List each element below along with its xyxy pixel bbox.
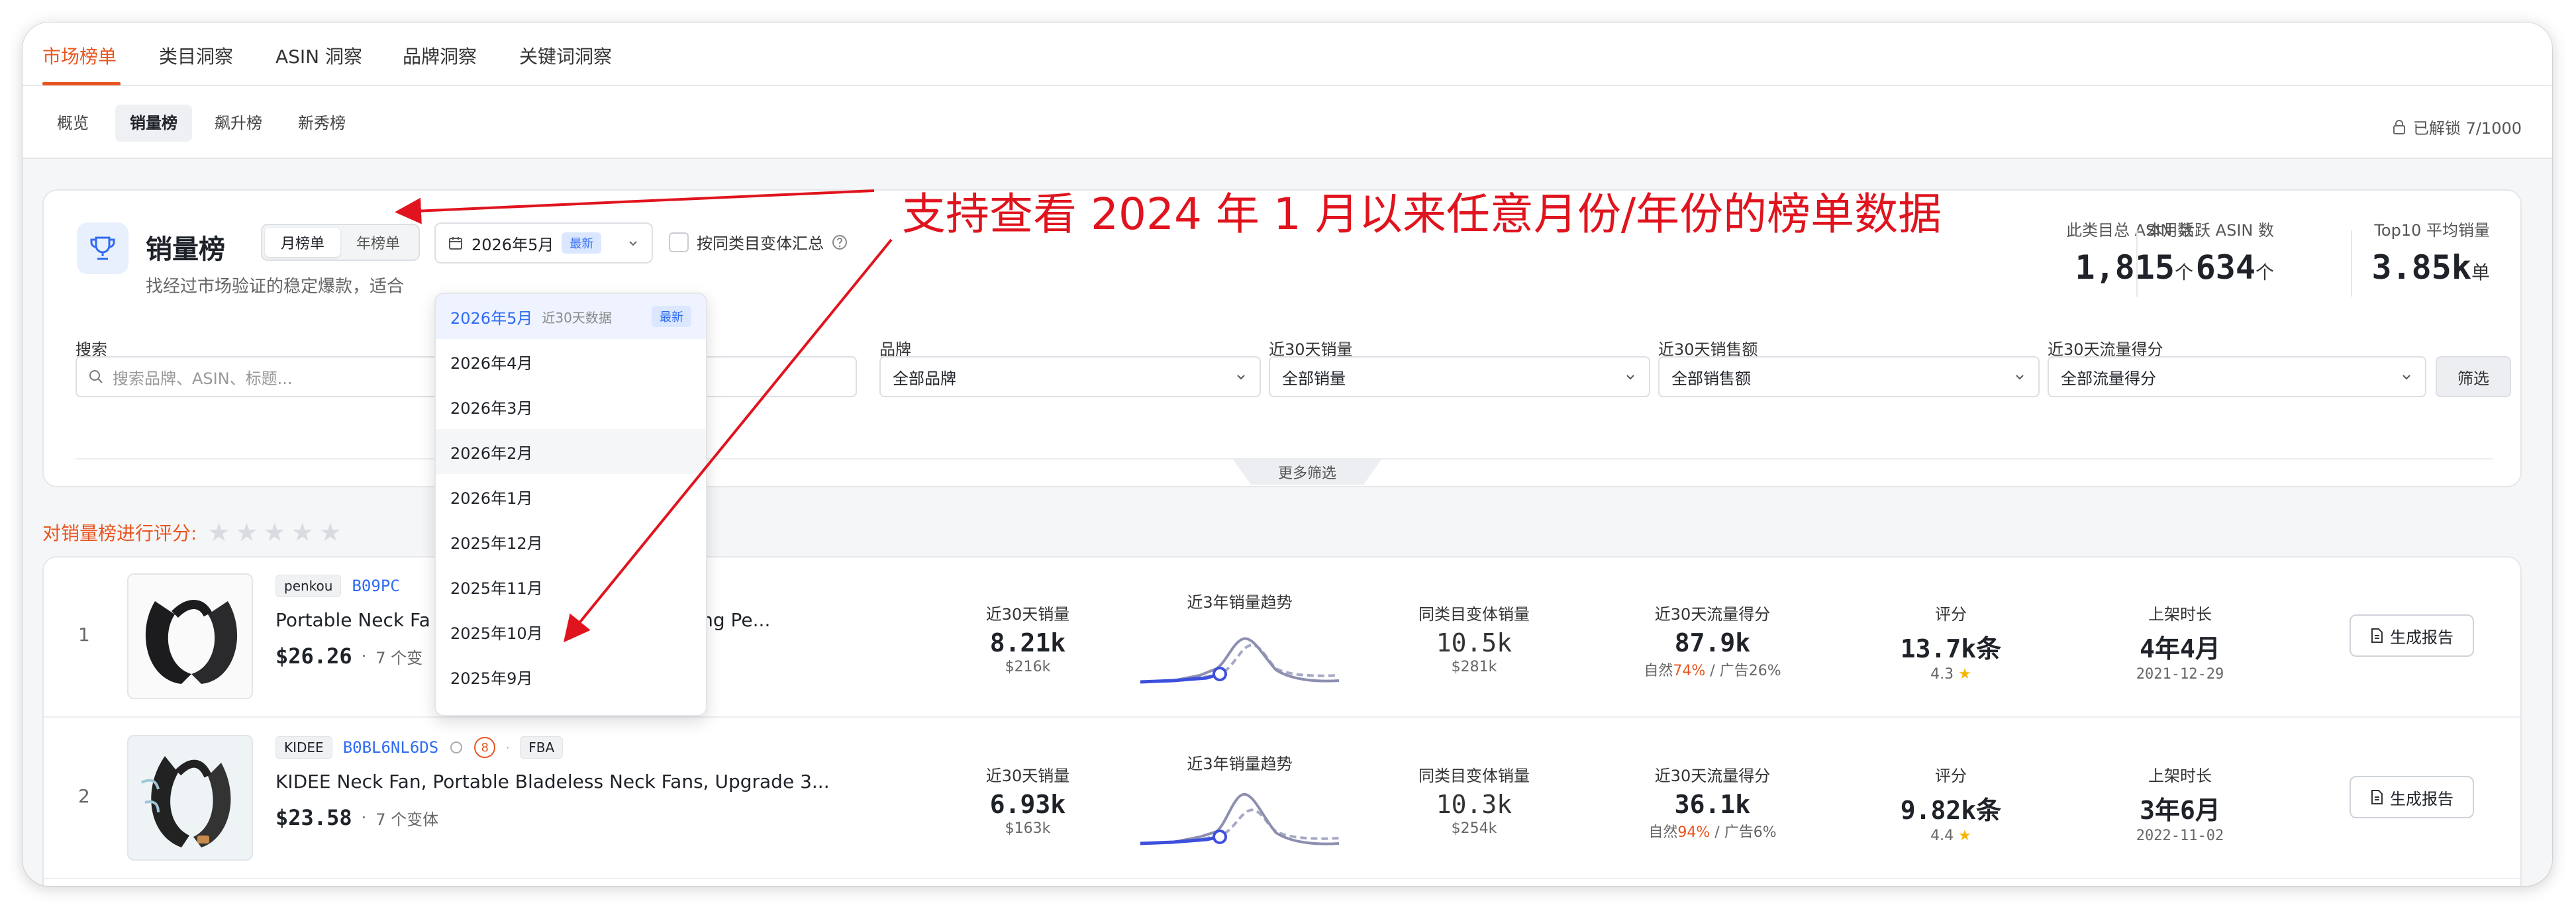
- arrow-to-period-toggle: [395, 189, 875, 224]
- arrow-to-dropdown: [563, 238, 893, 643]
- annotation-arrows: [395, 189, 893, 643]
